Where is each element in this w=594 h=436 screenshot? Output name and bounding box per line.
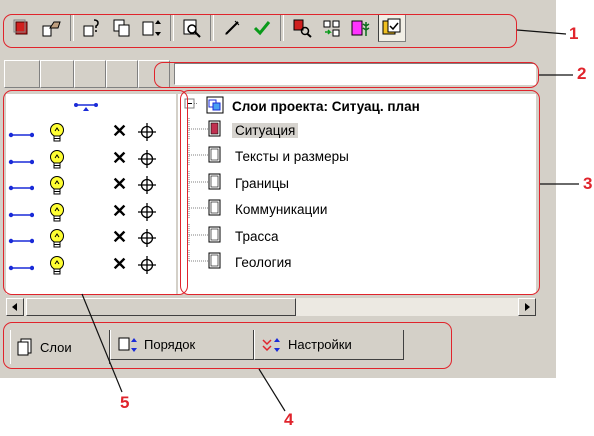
callout-box-toolbar: [3, 14, 517, 48]
callout-box-attributes: [3, 90, 188, 295]
callout-number-3: 3: [583, 174, 593, 193]
scroll-right-button[interactable]: [518, 298, 536, 316]
callout-number-2: 2: [577, 64, 587, 83]
callout-number-4: 4: [284, 410, 294, 429]
column-header[interactable]: [40, 60, 74, 88]
horizontal-scrollbar[interactable]: [6, 298, 536, 316]
callout-number-1: 1: [569, 24, 579, 43]
column-header[interactable]: [74, 60, 106, 88]
scrollbar-thumb[interactable]: [26, 298, 296, 316]
callout-box-tabs: [3, 322, 452, 369]
scroll-left-button[interactable]: [6, 298, 24, 316]
column-header[interactable]: [4, 60, 40, 88]
callout-box-path: [154, 62, 539, 88]
callout-box-tree: [180, 90, 540, 295]
column-header[interactable]: [106, 60, 138, 88]
callout-number-5: 5: [120, 393, 130, 412]
